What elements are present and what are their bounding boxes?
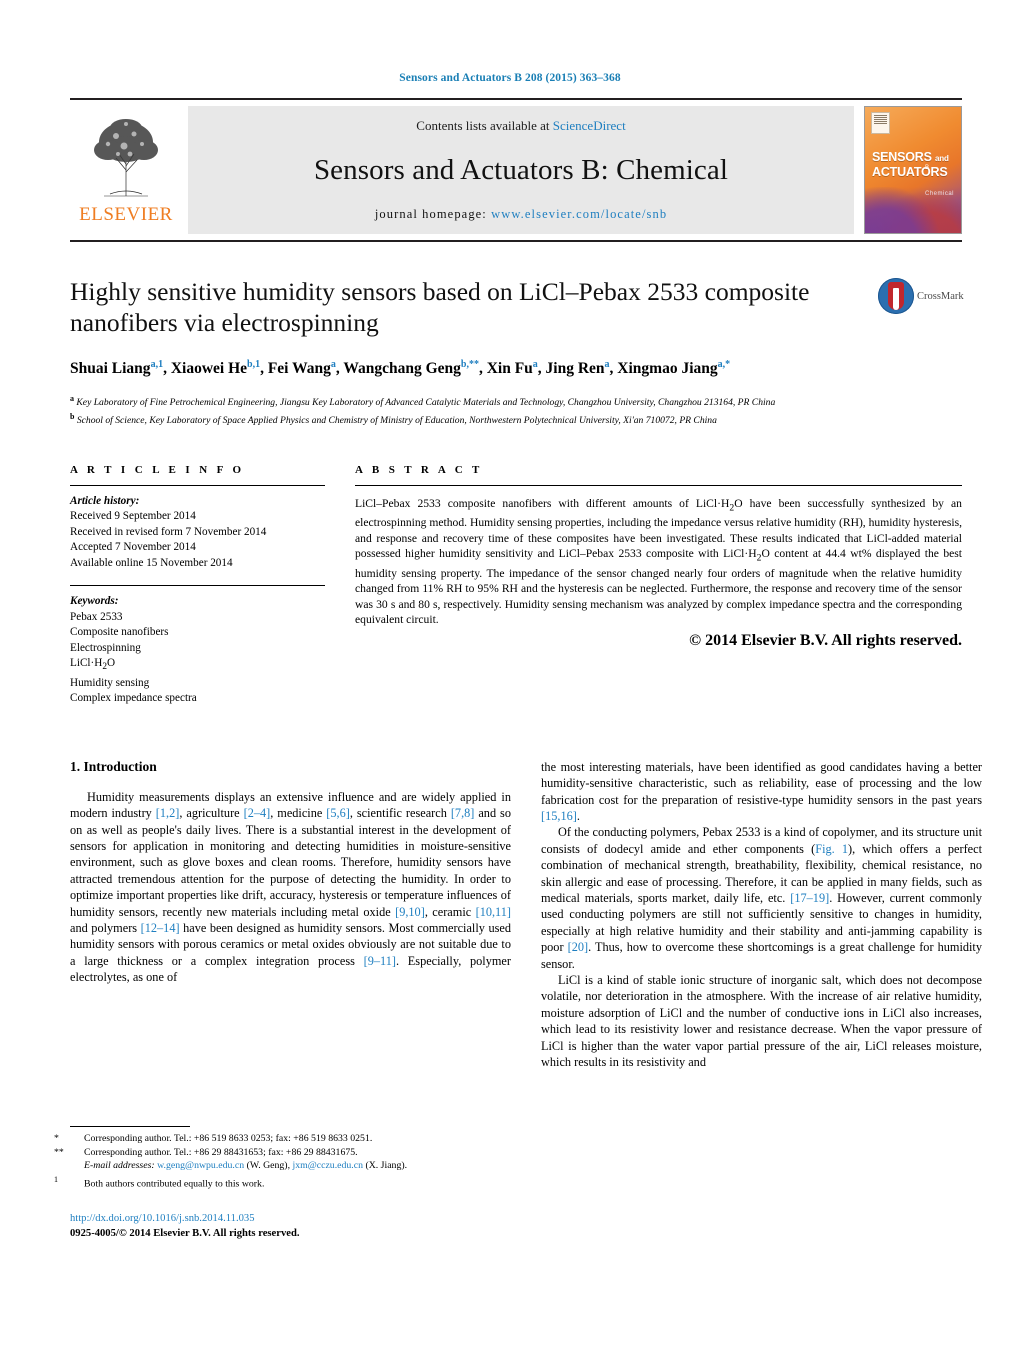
elsevier-logo: ELSEVIER (70, 106, 182, 234)
body-column-left: 1. Introduction Humidity measurements di… (70, 759, 511, 1071)
keyword-item: LiCl·H2O (70, 657, 116, 673)
page-title: Highly sensitive humidity sensors based … (70, 277, 810, 337)
abstract-column: A B S T R A C T LiCl–Pebax 2533 composit… (355, 464, 962, 707)
citation-link[interactable]: [10,11] (476, 905, 511, 919)
citation-link[interactable]: [9,10] (395, 905, 425, 919)
footnote-emails: E-mail addresses: w.geng@nwpu.edu.cn (W.… (70, 1159, 511, 1173)
citation-link[interactable]: [15,16] (541, 809, 577, 823)
journal-title: Sensors and Actuators B: Chemical (313, 154, 729, 186)
homepage-label: journal homepage: (374, 207, 492, 221)
paragraph: Humidity measurements displays an extens… (70, 789, 511, 985)
abstract-copyright: © 2014 Elsevier B.V. All rights reserved… (689, 632, 962, 650)
contents-available-line: Contents lists available at ScienceDirec… (416, 118, 625, 134)
affiliation-a-text: Key Laboratory of Fine Petrochemical Eng… (76, 397, 776, 409)
footnote-rule (70, 1126, 190, 1127)
citation-link[interactable]: [5,6] (326, 806, 350, 820)
affiliation-list: a Key Laboratory of Fine Petrochemical E… (70, 392, 930, 427)
article-info-heading: A R T I C L E I N F O (70, 463, 245, 476)
footnotes-block: * Corresponding author. Tel.: +86 519 863… (54, 1126, 511, 1191)
history-item: Available online 15 November 2014 (70, 556, 233, 569)
citation-link[interactable]: [9–11] (364, 954, 396, 968)
section-heading-introduction: 1. Introduction (70, 758, 157, 774)
citation-link[interactable]: [20] (568, 940, 589, 954)
article-info-column: A R T I C L E I N F O Article history: R… (70, 464, 325, 707)
cover-line-1: SENSORS (872, 150, 932, 164)
citation-link[interactable]: [7,8] (451, 806, 475, 820)
info-abstract-row: A R T I C L E I N F O Article history: R… (70, 464, 962, 707)
journal-article-page: Sensors and Actuators B 208 (2015) 363–3… (0, 0, 1020, 1351)
keywords-group: Keywords: Pebax 2533 Composite nanofiber… (70, 585, 325, 707)
abstract-text: LiCl–Pebax 2533 composite nanofibers wit… (355, 496, 963, 626)
article-history-label: Article history: (70, 494, 140, 507)
sciencedirect-link[interactable]: ScienceDirect (553, 118, 626, 133)
email-link-jiang[interactable]: jxm@cczu.edu.cn (292, 1160, 363, 1171)
paragraph: Of the conducting polymers, Pebax 2533 i… (541, 825, 983, 971)
paragraph: LiCl is a kind of stable ionic structure… (541, 973, 982, 1070)
keyword-item: Complex impedance spectra (70, 692, 197, 705)
doi-block: http://dx.doi.org/10.1016/j.snb.2014.11.… (70, 1212, 300, 1241)
email-owner-geng: (W. Geng), (246, 1160, 291, 1172)
keyword-item: Electrospinning (70, 641, 141, 654)
history-item: Accepted 7 November 2014 (70, 541, 196, 554)
cover-bottom-artwork (865, 187, 961, 233)
email-owner-jiang: (X. Jiang). (365, 1160, 408, 1172)
citation-link[interactable]: [12–14] (141, 921, 180, 935)
running-head: Sensors and Actuators B 208 (2015) 363–3… (399, 72, 621, 84)
body-columns: 1. Introduction Humidity measurements di… (70, 759, 982, 1071)
contents-prefix: Contents lists available at (416, 118, 553, 133)
body-column-right: the most interesting materials, have bee… (541, 759, 982, 1071)
title-block: Highly sensitive humidity sensors based … (70, 276, 964, 338)
crossmark-label: CrossMark (917, 290, 964, 302)
affiliation-b-text: School of Science, Key Laboratory of Spa… (76, 415, 717, 427)
crossmark-icon (878, 278, 914, 314)
citation-link[interactable]: [17–19] (790, 891, 829, 905)
article-history-group: Article history: Received 9 September 20… (70, 486, 325, 572)
journal-cover-thumbnail: SENSORS and ACTUATORS B Chemical (864, 106, 962, 234)
figure-link[interactable]: Fig. 1 (815, 842, 848, 856)
author-list: Shuai Lianga,1, Xiaowei Heb,1, Fei Wanga… (70, 359, 731, 378)
footnote-mark-star: * (54, 1133, 59, 1144)
history-item: Received in revised form 7 November 2014 (70, 525, 267, 538)
email-link-geng[interactable]: w.geng@nwpu.edu.cn (157, 1160, 244, 1171)
homepage-url-link[interactable]: www.elsevier.com/locate/snb (491, 207, 667, 221)
footnote-doublestar-text: Corresponding author. Tel.: +86 29 88431… (84, 1146, 358, 1158)
footnote-mark-doublestar: ** (54, 1146, 64, 1158)
keyword-item: Humidity sensing (70, 676, 150, 689)
citation-link[interactable]: [2–4] (244, 806, 271, 820)
footnote-equal-contribution: 1 Both authors contributed equally to thi… (54, 1173, 511, 1191)
elsevier-tree-icon (94, 119, 158, 197)
cover-elsevier-mark-icon (871, 112, 890, 134)
affiliation-b: b School of Science, Key Laboratory of S… (70, 411, 717, 427)
keywords-label: Keywords: (70, 595, 119, 608)
keyword-item: Composite nanofibers (70, 626, 169, 639)
journal-masthead: ELSEVIER Contents lists available at Sci… (70, 98, 962, 242)
footnote-corresponding-2: ** Corresponding author. Tel.: +86 29 884… (54, 1146, 511, 1160)
keyword-item: Pebax 2533 (70, 610, 123, 623)
citation-link[interactable]: [1,2] (156, 806, 180, 820)
doi-link[interactable]: http://dx.doi.org/10.1016/j.snb.2014.11.… (70, 1212, 300, 1227)
cover-letter-b: B (924, 165, 930, 171)
affiliation-a: a Key Laboratory of Fine Petrochemical E… (70, 394, 776, 409)
paragraph: the most interesting materials, have bee… (541, 759, 982, 823)
history-item: Received 9 September 2014 (70, 510, 196, 523)
journal-homepage-line: journal homepage: www.elsevier.com/locat… (375, 207, 667, 222)
issn-copyright-line: 0925-4005/© 2014 Elsevier B.V. All right… (70, 1227, 300, 1239)
elsevier-wordmark: ELSEVIER (79, 204, 173, 225)
footnote-mark-one: 1 (54, 1174, 58, 1184)
abstract-heading: A B S T R A C T (355, 463, 483, 476)
footnote-equal-text: Both authors contributed equally to this… (84, 1178, 265, 1190)
crossmark-badge-group[interactable]: CrossMark (878, 278, 964, 314)
email-addresses-label: E-mail addresses: (84, 1160, 155, 1172)
journal-info-box: Contents lists available at ScienceDirec… (188, 106, 854, 234)
footnote-star-text: Corresponding author. Tel.: +86 519 8633… (84, 1133, 373, 1144)
footnote-corresponding-1: * Corresponding author. Tel.: +86 519 863… (54, 1132, 511, 1146)
